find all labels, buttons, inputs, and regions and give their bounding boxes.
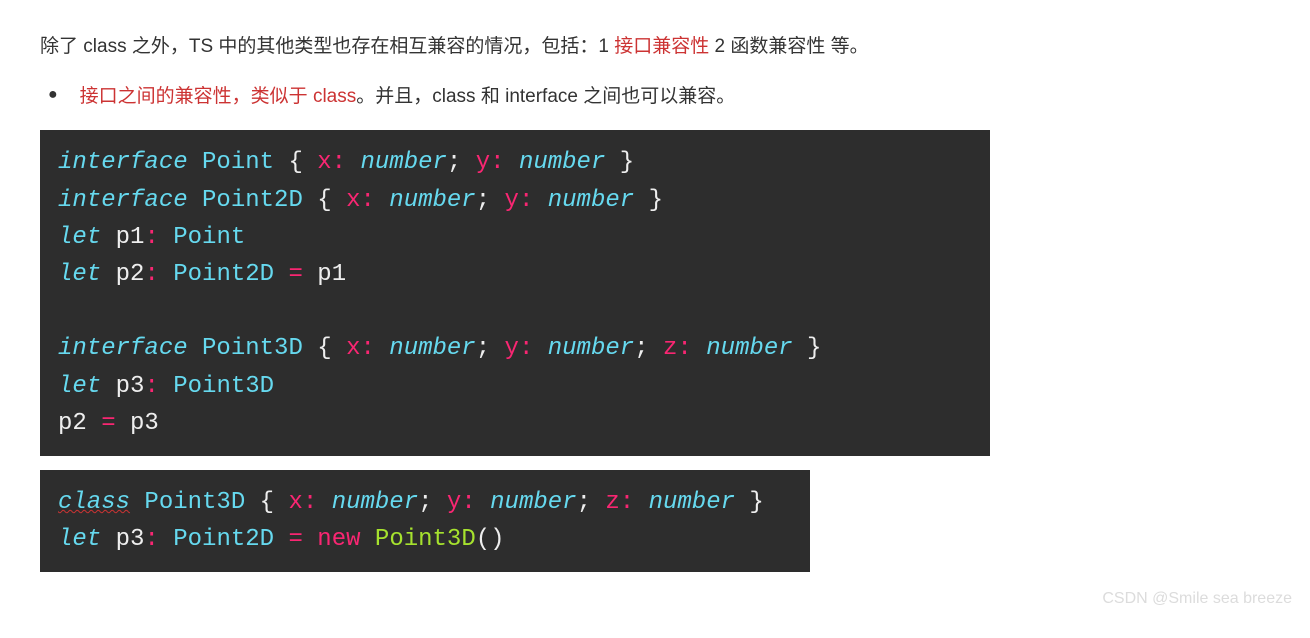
brace-open: { [317,187,331,214]
prop-x: x [288,489,302,516]
semicolon: ; [476,187,490,214]
type-point3d: Point3D [144,489,245,516]
type-number: number [548,335,634,362]
type-point3d: Point3D [173,373,274,400]
equals: = [288,526,302,553]
colon: : [620,489,634,516]
brace-open: { [288,149,302,176]
prop-z: z [663,335,677,362]
colon: : [332,149,346,176]
brace-open: { [317,335,331,362]
prop-y: y [505,187,519,214]
type-point: Point [173,224,245,251]
type-point3d: Point3D [202,335,303,362]
var-p1: p1 [116,224,145,251]
bullet-highlight: 接口之间的兼容性，类似于 class [80,86,357,107]
type-number: number [360,149,446,176]
semicolon: ; [634,335,648,362]
semicolon: ; [447,149,461,176]
type-number: number [548,187,634,214]
var-p1-ref: p1 [317,261,346,288]
equals: = [101,410,115,437]
equals: = [288,261,302,288]
var-p3-ref: p3 [130,410,159,437]
prop-y: y [447,489,461,516]
prop-x: x [317,149,331,176]
watermark: CSDN @Smile sea breeze [1102,590,1292,608]
type-number: number [389,335,475,362]
var-p2-ref: p2 [58,410,87,437]
prop-x: x [346,335,360,362]
keyword-interface: interface [58,335,188,362]
prop-y: y [476,149,490,176]
type-number: number [519,149,605,176]
type-number: number [649,489,735,516]
colon: : [144,261,158,288]
semicolon: ; [418,489,432,516]
intro-paragraph: 除了 class 之外，TS 中的其他类型也存在相互兼容的情况，包括：1 接口兼… [40,30,1270,64]
var-p3: p3 [116,526,145,553]
brace-close: } [620,149,634,176]
type-point2d: Point2D [173,261,274,288]
code-block-1: interface Point { x: number; y: number }… [40,130,990,456]
colon: : [144,373,158,400]
type-number: number [706,335,792,362]
keyword-class: class [58,489,130,516]
paren-open: ( [476,526,490,553]
constructor-point3d: Point3D [375,526,476,553]
colon: : [461,489,475,516]
prop-y: y [505,335,519,362]
var-p3: p3 [116,373,145,400]
keyword-new: new [317,526,360,553]
colon: : [677,335,691,362]
colon: : [519,187,533,214]
type-point2d: Point2D [173,526,274,553]
keyword-let: let [58,224,101,251]
code-block-2: class Point3D { x: number; y: number; z:… [40,470,810,572]
type-number: number [332,489,418,516]
semicolon: ; [577,489,591,516]
var-p2: p2 [116,261,145,288]
brace-close: } [649,187,663,214]
brace-close: } [807,335,821,362]
keyword-let: let [58,526,101,553]
type-number: number [389,187,475,214]
colon: : [360,187,374,214]
prop-z: z [605,489,619,516]
intro-text-1: 除了 class 之外，TS 中的其他类型也存在相互兼容的情况，包括：1 [40,36,614,57]
intro-highlight-1: 接口兼容性 [614,36,709,57]
brace-open: { [260,489,274,516]
bullet-text: 接口之间的兼容性，类似于 class。并且，class 和 interface … [80,80,736,114]
bullet-item: ● 接口之间的兼容性，类似于 class。并且，class 和 interfac… [40,80,1270,114]
intro-text-2: 2 函数兼容性 等。 [709,36,868,57]
paren-close: ) [490,526,504,553]
keyword-let: let [58,373,101,400]
prop-x: x [346,187,360,214]
type-point2d: Point2D [202,187,303,214]
bullet-rest: 。并且，class 和 interface 之间也可以兼容。 [356,86,735,107]
colon: : [144,224,158,251]
type-number: number [490,489,576,516]
colon: : [360,335,374,362]
keyword-let: let [58,261,101,288]
colon: : [144,526,158,553]
keyword-interface: interface [58,149,188,176]
type-point: Point [202,149,274,176]
brace-close: } [749,489,763,516]
colon: : [303,489,317,516]
bullet-dot-icon: ● [48,80,58,110]
keyword-interface: interface [58,187,188,214]
semicolon: ; [476,335,490,362]
colon: : [490,149,504,176]
colon: : [519,335,533,362]
